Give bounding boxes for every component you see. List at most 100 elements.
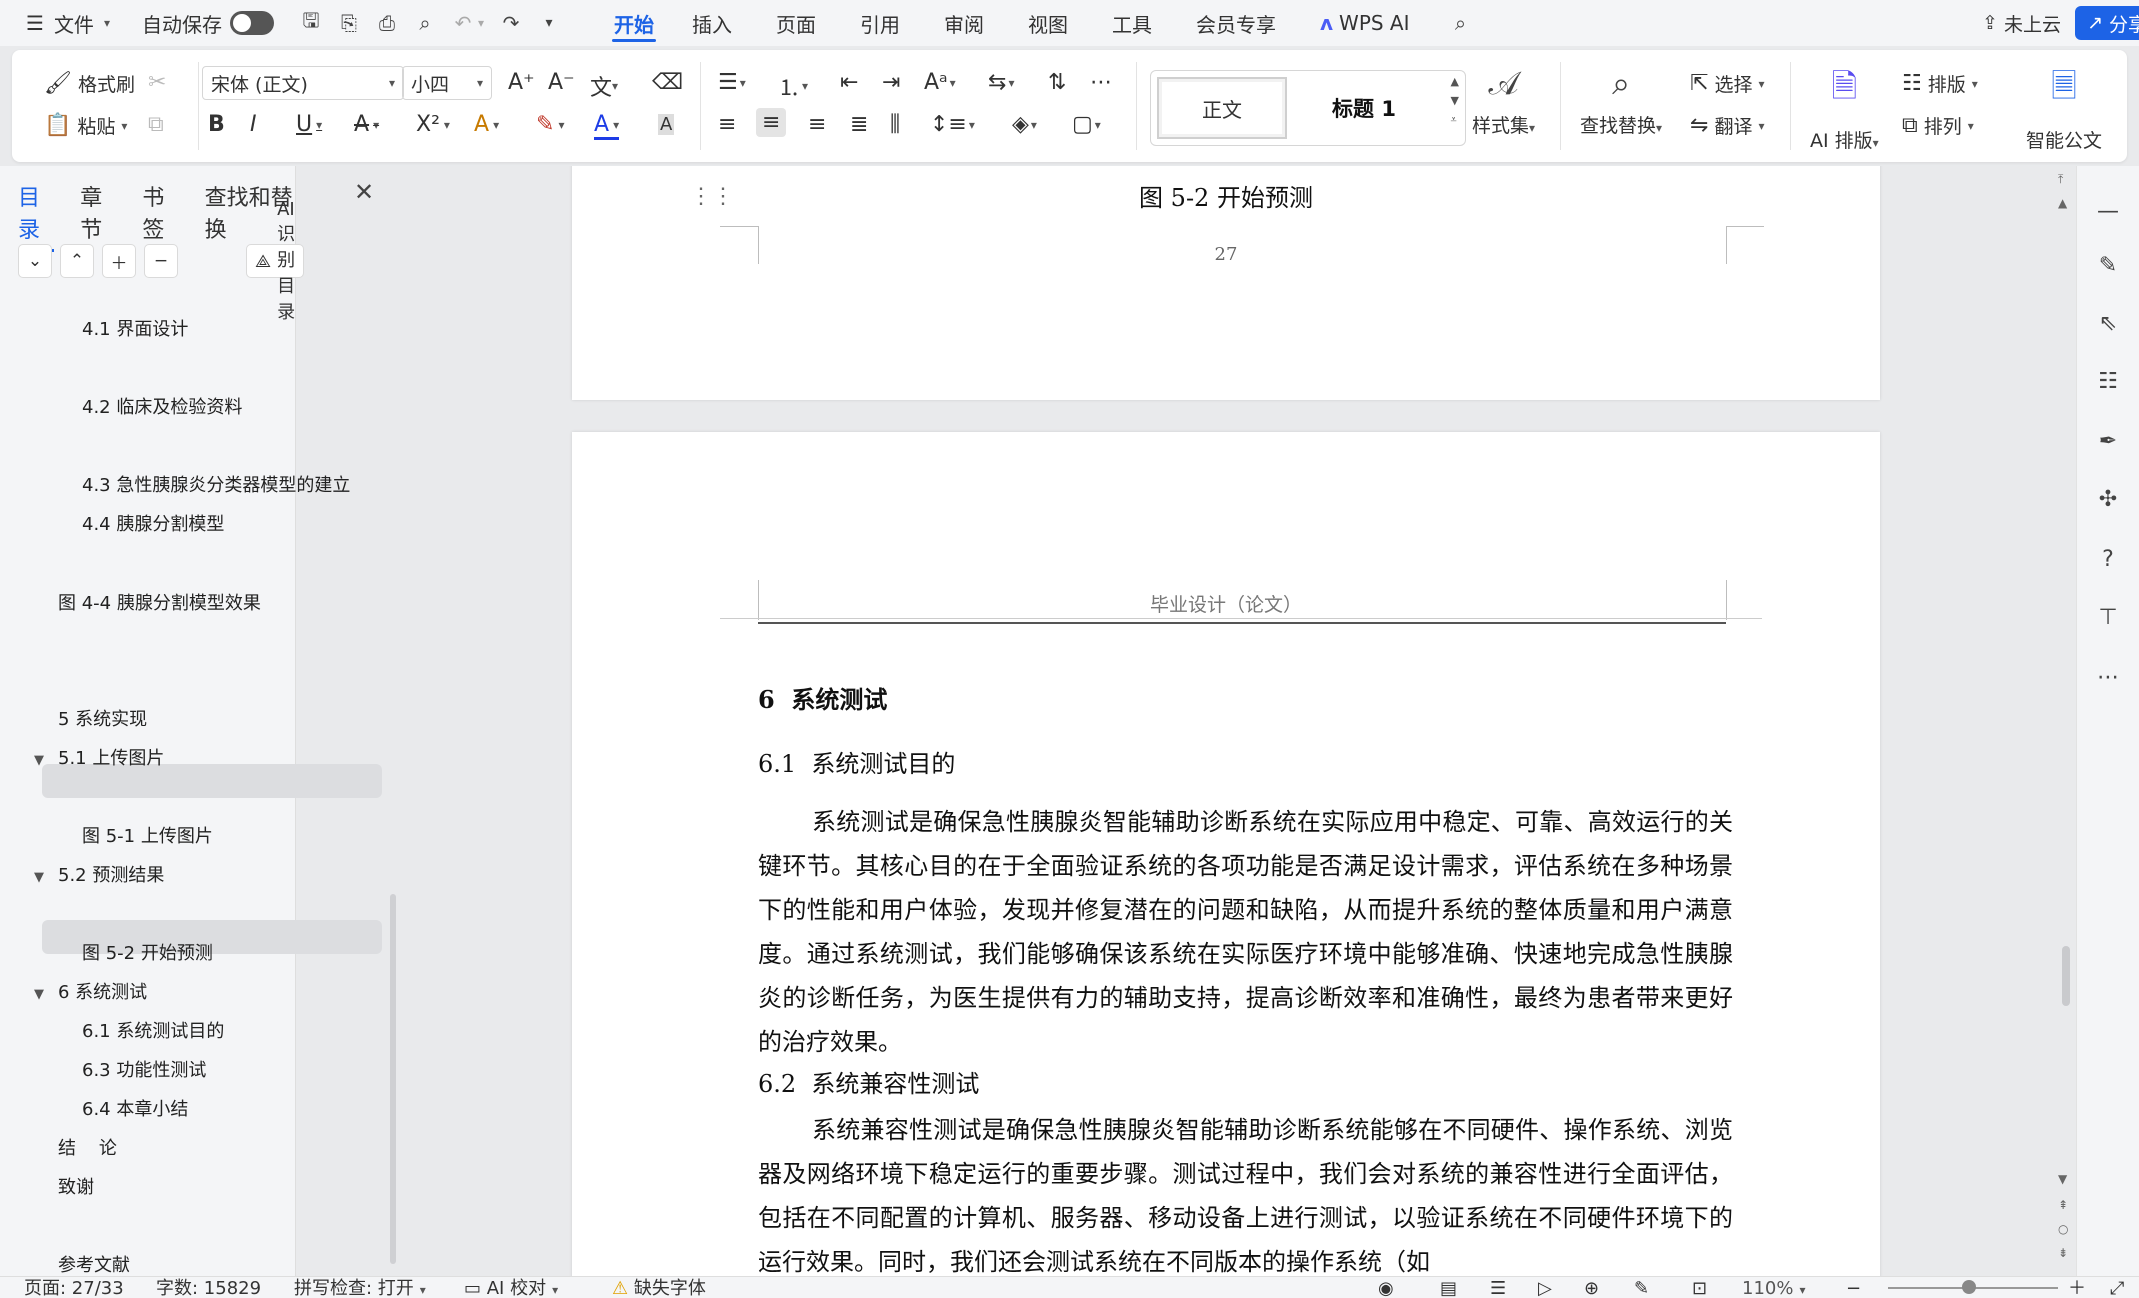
collapse-icon[interactable]: — <box>2093 196 2123 226</box>
toc-item[interactable]: 4.2 临床及检验资料 <box>82 392 242 424</box>
char-shading-icon[interactable]: A <box>658 114 675 135</box>
bold-icon[interactable]: B <box>208 112 225 137</box>
toc-item[interactable]: 6.4 本章小结 <box>82 1094 188 1126</box>
decrease-indent-icon[interactable]: ⇤ <box>840 70 858 95</box>
scrollbar-thumb[interactable] <box>2062 946 2070 1006</box>
line-spacing-icon[interactable]: ↕≡ ▾ <box>930 112 975 137</box>
save-icon[interactable]: 🖫 <box>296 8 326 38</box>
more-icon[interactable]: ⋯ <box>2093 662 2123 692</box>
word-count[interactable]: 字数: 15829 <box>156 1277 261 1298</box>
sort-swap-icon[interactable]: ⇆ ▾ <box>988 70 1014 95</box>
toc-item[interactable]: ▼ 6 系统测试 <box>34 977 147 1009</box>
align-left-icon[interactable]: ≡ <box>718 112 736 137</box>
print-preview-icon[interactable]: ⌕ <box>410 8 440 38</box>
undo-icon[interactable]: ↶ <box>448 8 478 38</box>
nav-tab-bookmarks[interactable]: 书签 <box>142 180 178 244</box>
shading-icon[interactable]: ◈ ▾ <box>1012 112 1037 137</box>
toc-item[interactable]: 结 论 <box>58 1133 117 1165</box>
play-icon[interactable]: ▷ <box>1538 1277 1552 1298</box>
font-color-icon[interactable]: A ▾ <box>594 112 620 140</box>
show-marks-icon[interactable]: ⋯ <box>1090 70 1112 95</box>
export-pdf-icon[interactable]: ⎘ <box>334 8 364 38</box>
translate-button[interactable]: ⇋ 翻译 ▾ <box>1690 112 1764 139</box>
cursor-icon[interactable]: ⇖ <box>2093 308 2123 338</box>
superscript-icon[interactable]: X² ▾ <box>416 112 450 137</box>
share-button[interactable]: ↗ 分享 <box>2075 6 2139 40</box>
toc-item[interactable]: 图 4-4 胰腺分割模型效果 <box>58 588 261 620</box>
fit-page-icon[interactable]: ⊡ <box>1692 1277 1707 1298</box>
select-button[interactable]: ⇱ 选择 ▾ <box>1690 70 1764 97</box>
toc-item[interactable]: ▼ 5.1 上传图片 <box>34 743 164 775</box>
font-name-select[interactable]: 宋体 (正文) ▾ <box>202 66 404 100</box>
style-heading-1[interactable]: 标题 1 <box>1299 77 1429 139</box>
sort-icon[interactable]: ⇅ <box>1048 70 1066 95</box>
toc-item[interactable]: 4.3 急性胰腺炎分类器模型的建立 <box>82 470 350 502</box>
cut-button[interactable]: ✂ <box>148 70 166 95</box>
underline-icon[interactable]: U ▾ <box>296 112 322 137</box>
toc-item-selected[interactable]: 图 5-2 开始预测 <box>82 938 213 970</box>
ai-proofread-button[interactable]: ▭ AI 校对 ▾ <box>464 1277 558 1298</box>
add-heading-button[interactable]: ＋ <box>102 244 136 278</box>
format-painter-button[interactable]: 🖌 格式刷 <box>44 70 135 97</box>
cloud-status-button[interactable]: ⇪ 未上云 <box>1982 10 2061 37</box>
quill-icon[interactable]: ✒ <box>2093 426 2123 456</box>
page-indicator[interactable]: 页面: 27/33 <box>24 1277 124 1298</box>
chevron-up-icon[interactable]: ▲ <box>1451 75 1459 88</box>
tab-page[interactable]: 页面 <box>754 0 838 46</box>
tab-review[interactable]: 审阅 <box>922 0 1006 46</box>
style-normal[interactable]: 正文 <box>1157 77 1287 139</box>
next-page-icon[interactable]: ⇟ <box>2058 1246 2068 1260</box>
font-size-select[interactable]: 小四 ▾ <box>402 66 492 100</box>
tab-view[interactable]: 视图 <box>1006 0 1090 46</box>
missing-font-warning[interactable]: ⚠ 缺失字体 <box>612 1277 706 1298</box>
search-icon[interactable]: ⌕ <box>1446 8 1476 38</box>
style-set-button[interactable]: 𝒜 样式集▾ <box>1472 64 1535 138</box>
numbered-list-icon[interactable]: ⒈ ▾ <box>778 70 808 102</box>
zoom-in-icon[interactable]: ＋ <box>2068 1277 2086 1298</box>
collapse-all-button[interactable]: ⌄ <box>18 244 52 278</box>
chevron-up-icon[interactable]: ▲ <box>2058 196 2067 210</box>
decrease-font-icon[interactable]: A⁻ <box>548 70 575 95</box>
tab-home[interactable]: 开始 <box>598 0 670 46</box>
zoom-slider-thumb[interactable] <box>1962 1280 1976 1294</box>
prev-page-icon[interactable]: ⇞ <box>2058 1198 2068 1212</box>
tab-references[interactable]: 引用 <box>838 0 922 46</box>
chevron-down-icon[interactable]: ▼ <box>2058 1172 2067 1186</box>
tools-icon[interactable]: ✣ <box>2093 484 2123 514</box>
browse-object-icon[interactable]: ○ <box>2058 1222 2068 1236</box>
increase-font-icon[interactable]: A⁺ <box>508 70 535 95</box>
increase-indent-icon[interactable]: ⇥ <box>882 70 900 95</box>
nav-tab-toc[interactable]: 目录 <box>18 180 55 252</box>
toc-item[interactable]: ▼ 5.2 预测结果 <box>34 860 164 892</box>
remove-heading-button[interactable]: − <box>144 244 178 278</box>
toggle-switch[interactable] <box>229 11 274 35</box>
pen-mode-icon[interactable]: ✎ <box>1634 1277 1649 1298</box>
toc-item[interactable]: 图 5-1 上传图片 <box>82 821 213 853</box>
toc-item[interactable]: 6.1 系统测试目的 <box>82 1016 224 1048</box>
toc-item[interactable]: 5 系统实现 <box>58 704 147 736</box>
smart-doc-button[interactable]: 🗏 智能公文 <box>2026 64 2102 153</box>
shirt-icon[interactable]: ⊤ <box>2093 602 2123 632</box>
zoom-level[interactable]: 110% ▾ <box>1742 1277 1806 1298</box>
expand-icon[interactable]: ⩡ <box>1451 113 1459 127</box>
toc-item[interactable]: 4.1 界面设计 <box>82 314 188 346</box>
toc-item[interactable]: 致谢 <box>58 1172 94 1204</box>
page-view-icon[interactable]: ▤ <box>1440 1277 1457 1298</box>
expand-triangle-icon[interactable]: ▼ <box>34 745 52 777</box>
paste-button[interactable]: 📋 粘贴 ▾ <box>44 112 127 139</box>
ai-layout-button[interactable]: 🗎 AI 排版▾ <box>1810 64 1879 153</box>
expand-up-button[interactable]: ⌃ <box>60 244 94 278</box>
clear-format-icon[interactable]: ⌫ <box>652 70 683 95</box>
phonetic-guide-icon[interactable]: 文 ▾ <box>590 70 618 102</box>
borders-icon[interactable]: ▢ ▾ <box>1072 112 1101 137</box>
find-replace-button[interactable]: ⌕ 查找替换▾ <box>1580 64 1662 138</box>
web-view-icon[interactable]: ⊕ <box>1584 1277 1599 1298</box>
help-icon[interactable]: ? <box>2093 544 2123 574</box>
nav-tab-sections[interactable]: 章节 <box>80 180 116 244</box>
tab-insert[interactable]: 插入 <box>670 0 754 46</box>
text-direction-icon[interactable]: Aᵃ ▾ <box>924 70 956 95</box>
close-icon[interactable]: ✕ <box>354 178 374 206</box>
layout-button[interactable]: ☷ 排版 ▾ <box>1902 70 1978 97</box>
distribute-icon[interactable]: ⫼ <box>890 112 900 137</box>
expand-triangle-icon[interactable]: ▼ <box>34 979 52 1011</box>
